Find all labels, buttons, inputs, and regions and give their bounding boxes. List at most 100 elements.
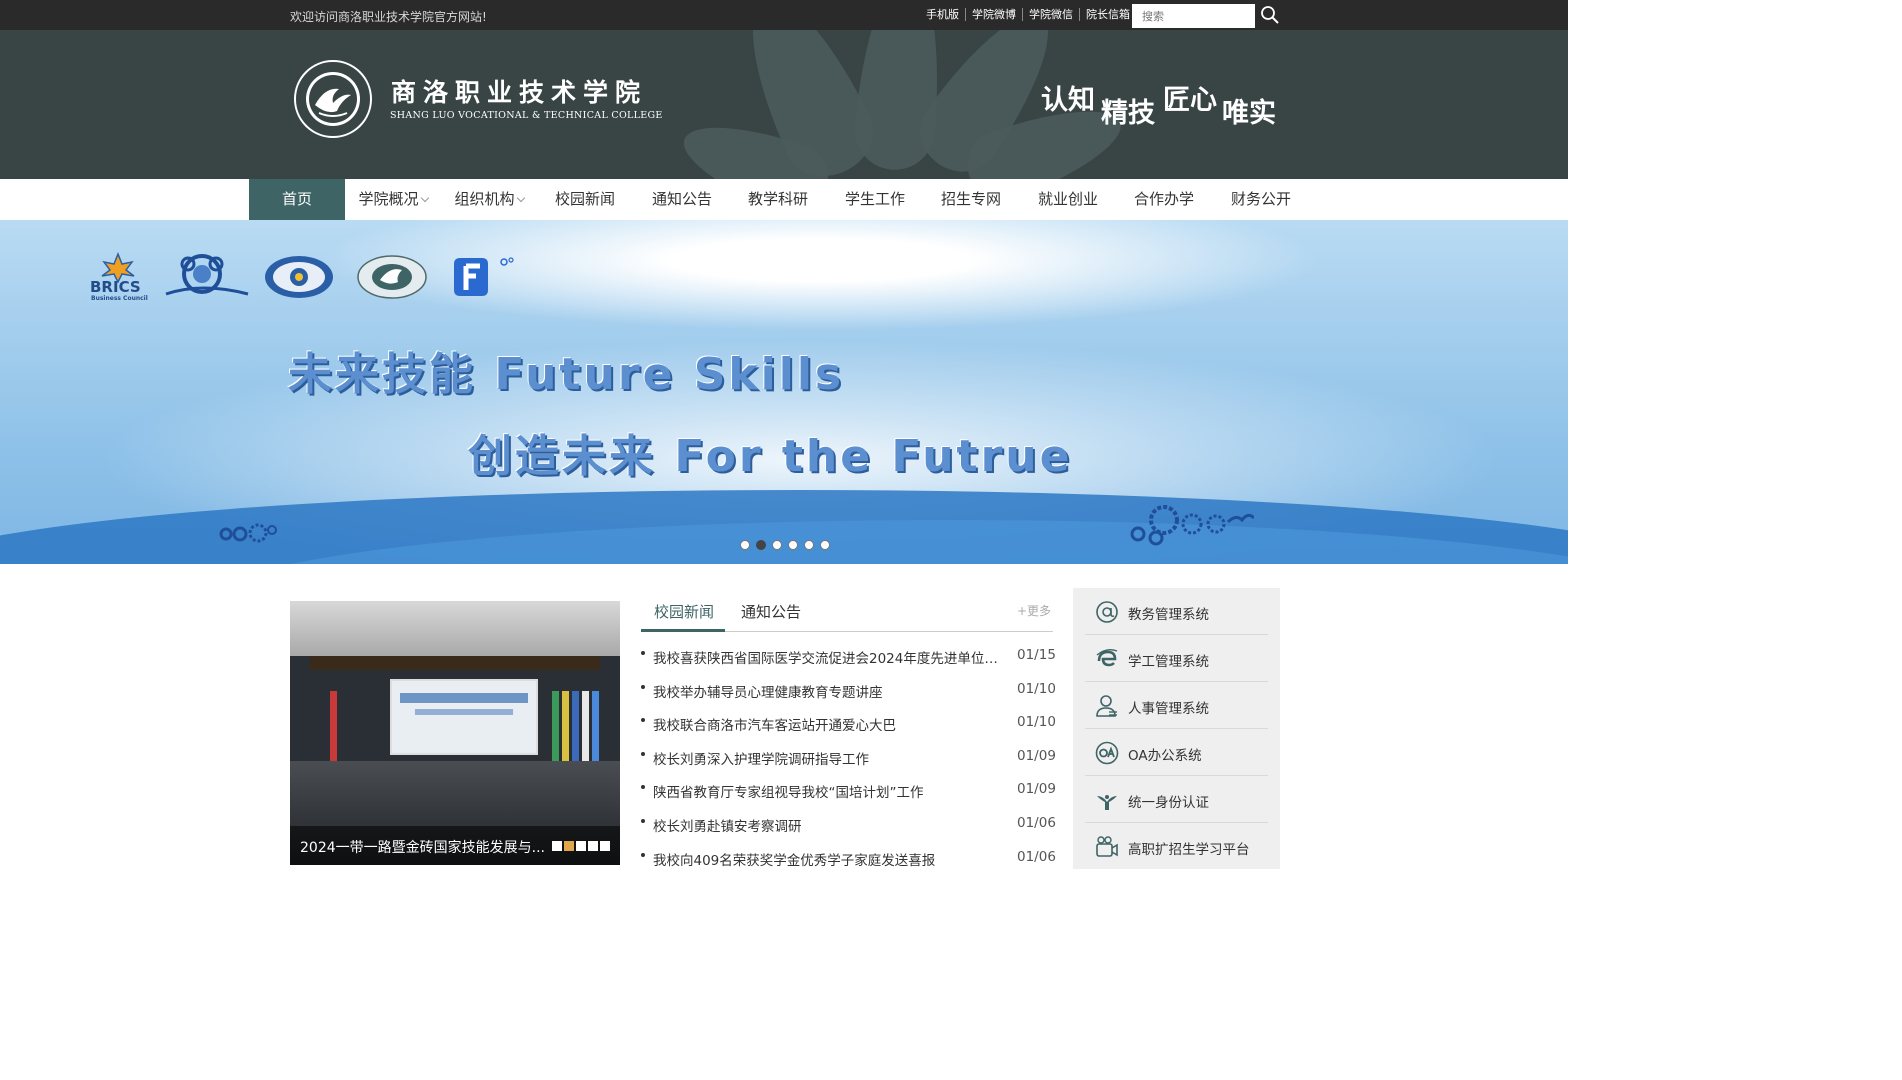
- news-date: 01/10: [1017, 680, 1056, 697]
- nav-label: 学院概况: [358, 190, 419, 208]
- photo-scene: [400, 693, 528, 703]
- news-title[interactable]: 校长刘勇深入护理学院调研指导工作: [653, 748, 1003, 768]
- link-wechat[interactable]: 学院微信: [1022, 8, 1079, 21]
- news-item[interactable]: 陕西省教育厅专家组视导我校“国培计划”工作 01/09: [641, 774, 1056, 808]
- link-weibo[interactable]: 学院微博: [965, 8, 1022, 21]
- more-link[interactable]: +更多: [1017, 602, 1051, 619]
- slide-dot-active[interactable]: [756, 540, 766, 550]
- site-header: 商洛职业技术学院 SHANG LUO VOCATIONAL & TECHNICA…: [0, 30, 1568, 179]
- photo-caption[interactable]: 2024一带一路暨金砖国家技能发展与...: [300, 837, 545, 857]
- nav-notices[interactable]: 通知公告: [634, 179, 730, 220]
- nav-label: 通知公告: [651, 190, 712, 208]
- motto-word: 精技: [1101, 98, 1155, 129]
- gears-decoration-icon: [219, 523, 277, 543]
- nav-label: 财务公开: [1230, 190, 1291, 208]
- photo-scene: [592, 691, 599, 761]
- school-name-en: SHANG LUO VOCATIONAL & TECHNICAL COLLEGE: [390, 110, 663, 121]
- photo-scene: [562, 691, 569, 761]
- system-academic-affairs[interactable]: 教务管理系统: [1085, 588, 1268, 635]
- photo-page[interactable]: [552, 841, 562, 851]
- photo-page[interactable]: [576, 841, 586, 851]
- link-mobile[interactable]: 手机版: [920, 8, 965, 21]
- news-item[interactable]: 我校联合商洛市汽车客运站开通爱心大巴 01/10: [641, 707, 1056, 741]
- system-personnel[interactable]: 人事管理系统: [1085, 682, 1268, 729]
- school-emblem-icon[interactable]: [293, 59, 373, 139]
- oa-icon: [1095, 741, 1119, 765]
- auth-icon: [1097, 795, 1117, 810]
- news-date: 01/10: [1017, 714, 1056, 731]
- photo-scene: [552, 691, 559, 761]
- nav-employment[interactable]: 就业创业: [1020, 179, 1116, 220]
- photo-scene: [290, 601, 620, 656]
- link-president-mailbox[interactable]: 院长信箱: [1079, 8, 1136, 21]
- nav-organization[interactable]: 组织机构: [441, 179, 537, 220]
- partner-f-logo-icon: [454, 257, 514, 296]
- search-icon[interactable]: [1260, 5, 1280, 25]
- news-date: 01/15: [1017, 647, 1056, 663]
- system-label: 人事管理系统: [1128, 701, 1209, 717]
- news-title[interactable]: 我校喜获陕西省国际医学交流促进会2024年度先进单位称号: [653, 647, 1003, 667]
- tab-campus-news[interactable]: 校园新闻: [654, 601, 714, 622]
- bullet-icon: [641, 818, 645, 823]
- news-item[interactable]: 校长刘勇深入护理学院调研指导工作 01/09: [641, 741, 1056, 775]
- photo-page-active[interactable]: [564, 841, 574, 851]
- camera-icon: [1096, 836, 1118, 857]
- news-title[interactable]: 我校向409名荣获奖学金优秀学子家庭发送喜报: [653, 849, 1003, 869]
- motto-word: 唯实: [1222, 98, 1276, 129]
- brics-logo-subtext: Business Council: [91, 295, 148, 302]
- nav-campus-news[interactable]: 校园新闻: [537, 179, 633, 220]
- bullet-icon: [641, 785, 645, 790]
- nav-teaching-research[interactable]: 教学科研: [730, 179, 826, 220]
- slide-dot[interactable]: [788, 540, 798, 550]
- photo-pager: [552, 841, 610, 851]
- slide-dot[interactable]: [740, 540, 750, 550]
- at-icon: [1096, 601, 1118, 623]
- news-date: 01/09: [1017, 747, 1056, 764]
- system-oa[interactable]: OA办公系统: [1085, 729, 1268, 776]
- school-banner-logo-icon: [357, 255, 427, 299]
- photo-page[interactable]: [600, 841, 610, 851]
- photo-page[interactable]: [588, 841, 598, 851]
- bullet-icon: [641, 718, 645, 723]
- hero-banner[interactable]: BRICS Business Council 未来技能 Future Skill…: [0, 220, 1568, 564]
- nav-about[interactable]: 学院概况: [345, 179, 441, 220]
- featured-news-photo[interactable]: 2024一带一路暨金砖国家技能发展与...: [290, 601, 620, 865]
- banner-slogan-line1: 未来技能 Future Skills: [288, 349, 845, 400]
- photo-scene: [330, 691, 337, 761]
- system-label: 高职扩招生学习平台: [1128, 842, 1250, 858]
- ie-icon: [1096, 648, 1118, 667]
- news-title[interactable]: 我校联合商洛市汽车客运站开通爱心大巴: [653, 714, 1003, 734]
- slide-dot[interactable]: [772, 540, 782, 550]
- search-input[interactable]: [1132, 4, 1255, 28]
- news-item[interactable]: 校长刘勇赴镇安考察调研 01/06: [641, 808, 1056, 842]
- main-nav: 首页 学院概况 组织机构 校园新闻 通知公告 教学科研 学生工作 招生专网 就业…: [0, 179, 1568, 220]
- nav-admissions[interactable]: 招生专网: [923, 179, 1019, 220]
- system-learning-platform[interactable]: 高职扩招生学习平台: [1085, 823, 1268, 870]
- nav-finance[interactable]: 财务公开: [1213, 179, 1309, 220]
- news-title[interactable]: 陕西省教育厅专家组视导我校“国培计划”工作: [653, 781, 1003, 801]
- news-title[interactable]: 校长刘勇赴镇安考察调研: [653, 815, 1003, 835]
- top-bar: 欢迎访问商洛职业技术学院官方网站! 手机版 学院微博 学院微信 院长信箱: [0, 0, 1568, 30]
- news-tabs: 校园新闻 通知公告: [641, 592, 1053, 632]
- system-label: 教务管理系统: [1128, 607, 1209, 623]
- nav-cooperation[interactable]: 合作办学: [1116, 179, 1212, 220]
- nav-label: 组织机构: [454, 190, 515, 208]
- nav-home[interactable]: 首页: [249, 179, 345, 220]
- news-item[interactable]: 我校喜获陕西省国际医学交流促进会2024年度先进单位称号 01/15: [641, 640, 1056, 674]
- news-item[interactable]: 我校举办辅导员心理健康教育专题讲座 01/10: [641, 674, 1056, 708]
- system-label: OA办公系统: [1128, 748, 1202, 764]
- slide-dot[interactable]: [804, 540, 814, 550]
- news-list: 我校喜获陕西省国际医学交流促进会2024年度先进单位称号 01/15 我校举办辅导…: [641, 640, 1056, 876]
- nav-student-affairs[interactable]: 学生工作: [827, 179, 923, 220]
- system-unified-auth[interactable]: 统一身份认证: [1085, 776, 1268, 823]
- slide-dot[interactable]: [820, 540, 830, 550]
- bullet-icon: [641, 684, 645, 689]
- news-item[interactable]: 我校向409名荣获奖学金优秀学子家庭发送喜报 01/06: [641, 842, 1056, 876]
- system-student-affairs[interactable]: 学工管理系统: [1085, 635, 1268, 682]
- brics-logo-icon: BRICS Business Council: [90, 252, 148, 302]
- nav-label: 校园新闻: [554, 190, 615, 208]
- tab-notices[interactable]: 通知公告: [741, 601, 801, 622]
- system-label: 统一身份认证: [1128, 795, 1209, 811]
- chevron-down-icon: [516, 193, 525, 203]
- news-title[interactable]: 我校举办辅导员心理健康教育专题讲座: [653, 681, 1003, 701]
